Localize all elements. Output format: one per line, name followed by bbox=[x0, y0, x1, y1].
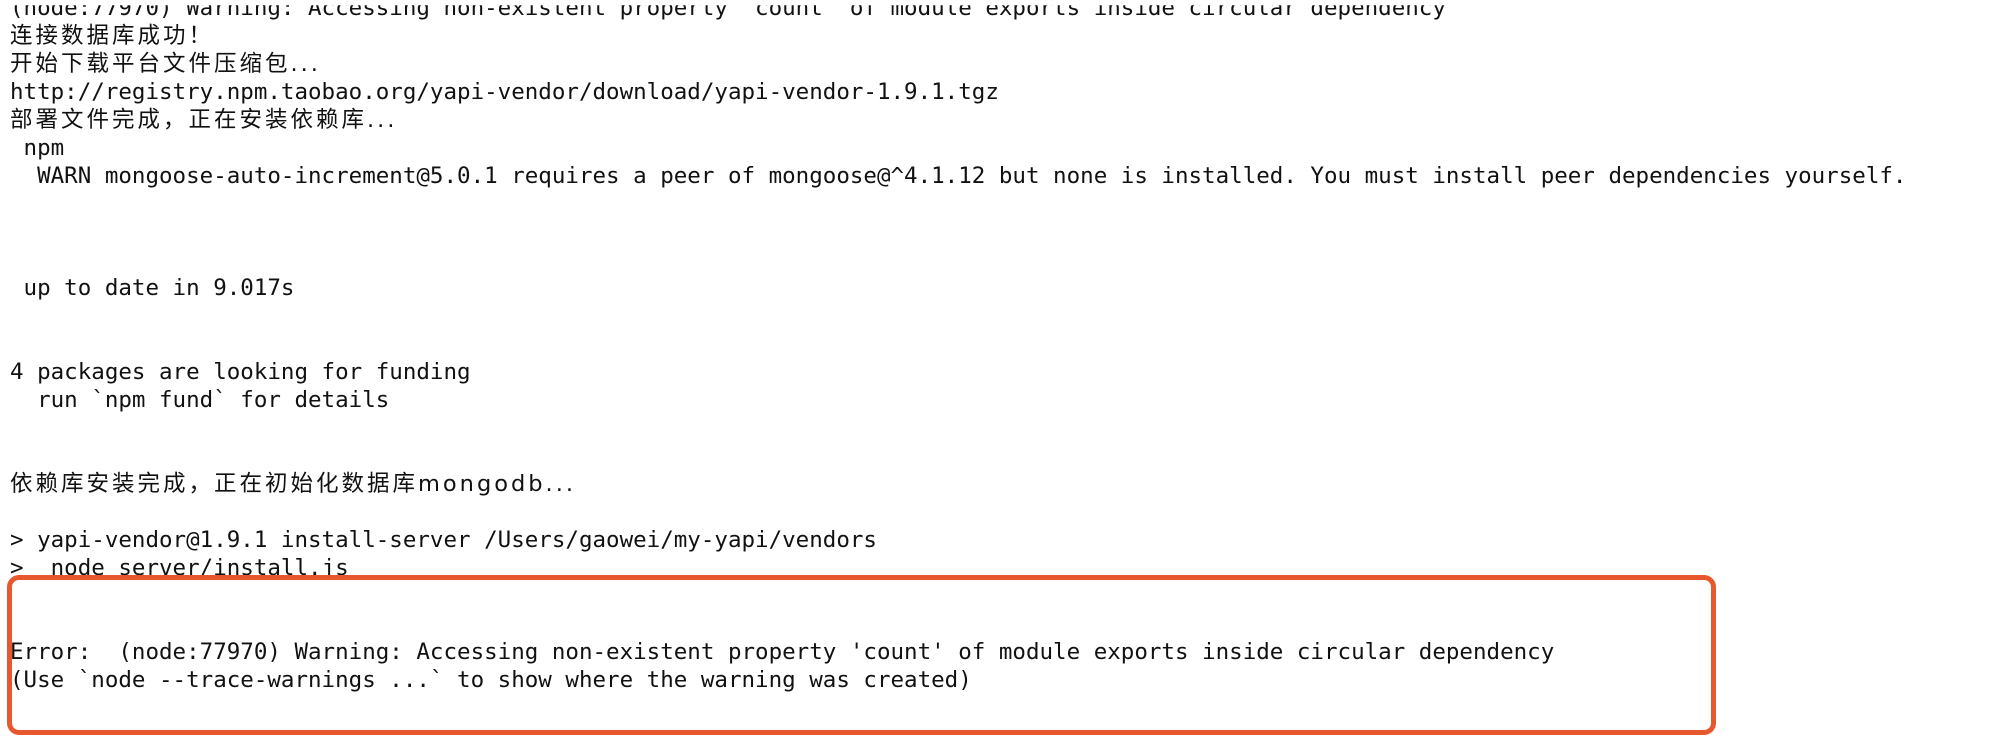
terminal-line: (node:77970) Warning: Accessing non-exis… bbox=[10, 0, 1446, 21]
terminal-line: WARN mongoose-auto-increment@5.0.1 requi… bbox=[10, 163, 1907, 189]
terminal-line: 开始下载平台文件压缩包... bbox=[10, 51, 321, 77]
terminal-line: > yapi-vendor@1.9.1 install-server /User… bbox=[10, 527, 877, 553]
terminal-line: 4 packages are looking for funding bbox=[10, 359, 471, 385]
terminal-line: http://registry.npm.taobao.org/yapi-vend… bbox=[10, 79, 999, 105]
terminal-line: npm bbox=[10, 135, 65, 161]
terminal-line: run `npm fund` for details bbox=[10, 387, 390, 413]
terminal-line: 部署文件完成，正在安装依赖库... bbox=[10, 107, 398, 133]
error-highlight-box bbox=[7, 575, 1716, 735]
terminal-line: 连接数据库成功！ bbox=[10, 23, 215, 49]
terminal-line: up to date in 9.017s bbox=[10, 275, 295, 301]
terminal-line: 依赖库安装完成，正在初始化数据库mongodb... bbox=[10, 471, 577, 497]
